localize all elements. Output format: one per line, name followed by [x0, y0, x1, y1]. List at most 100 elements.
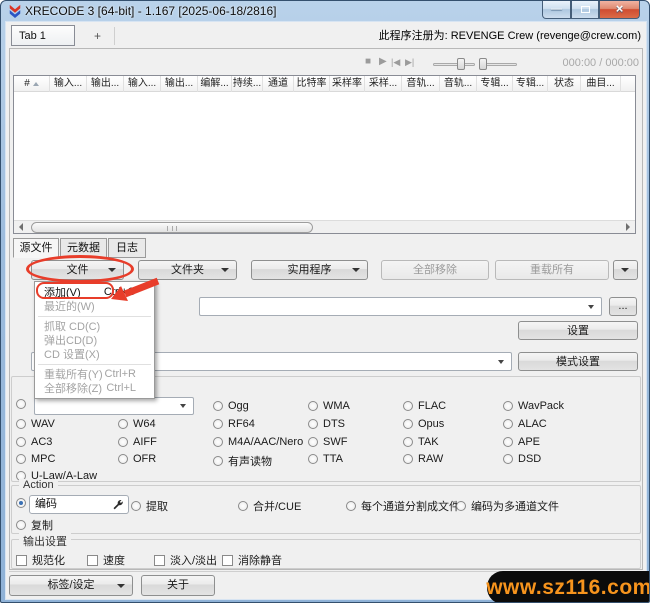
- menu-item-cd-settings[interactable]: CD 设置(X): [35, 347, 154, 361]
- browse-button[interactable]: ...: [609, 297, 637, 316]
- checkbox-normalize[interactable]: 规范化: [16, 552, 65, 568]
- stop-button[interactable]: ■: [365, 56, 371, 68]
- folder-button[interactable]: 文件夹: [138, 260, 237, 280]
- annotation-file-button-oval: [26, 255, 134, 283]
- format-radio-dsd[interactable]: DSD: [503, 453, 541, 465]
- scrollbar-grip-icon: [167, 226, 177, 231]
- action-radio-merge[interactable]: 合并/CUE: [238, 498, 301, 514]
- checkbox-speed[interactable]: 速度: [87, 552, 125, 568]
- chevron-down-icon: [352, 268, 360, 272]
- action-radio-split-channels[interactable]: 每个通道分割成文件: [346, 498, 460, 514]
- format-radio-aiff[interactable]: AIFF: [118, 436, 157, 448]
- maximize-button[interactable]: [571, 1, 599, 19]
- format-radio-audiobook[interactable]: 有声读物: [213, 453, 272, 469]
- column-header[interactable]: 音轨...: [440, 76, 477, 92]
- mode-settings-button[interactable]: 模式设置: [518, 352, 638, 371]
- seek-slider[interactable]: [433, 63, 475, 66]
- window-title: XRECODE 3 [64-bit] - 1.167 [2025-06-18/2…: [25, 4, 277, 18]
- previous-icon: |◀: [391, 57, 401, 67]
- format-radio-tta[interactable]: TTA: [308, 453, 343, 465]
- column-header[interactable]: 状态: [548, 76, 581, 92]
- scroll-right-icon[interactable]: [626, 223, 630, 231]
- playback-time: 000:00 / 000:00: [562, 57, 639, 69]
- column-header[interactable]: 编解...: [198, 76, 232, 92]
- action-radio-multichannel[interactable]: 编码为多通道文件: [456, 498, 559, 514]
- column-header[interactable]: 音轨...: [402, 76, 440, 92]
- column-header[interactable]: 专辑...: [477, 76, 513, 92]
- format-radio-mpc[interactable]: MPC: [16, 453, 55, 465]
- column-header[interactable]: 采样...: [365, 76, 402, 92]
- format-radio-alac[interactable]: ALAC: [503, 418, 547, 430]
- column-header[interactable]: 曲目...: [581, 76, 621, 92]
- column-header[interactable]: 专辑...: [513, 76, 548, 92]
- format-radio-m4a[interactable]: M4A/AAC/Nero: [213, 436, 303, 448]
- registration-text: 此程序注册为: REVENGE Crew (revenge@crew.com): [378, 30, 641, 42]
- more-options-button[interactable]: [613, 260, 638, 280]
- scroll-left-icon[interactable]: [19, 223, 23, 231]
- output-path-combobox[interactable]: [199, 297, 602, 316]
- tab-source-files[interactable]: 源文件: [13, 238, 59, 258]
- format-radio-wavpack[interactable]: WavPack: [503, 400, 564, 412]
- tab-1[interactable]: Tab 1: [11, 25, 75, 46]
- column-header[interactable]: 通道: [263, 76, 294, 92]
- column-header[interactable]: 比特率: [294, 76, 330, 92]
- column-header[interactable]: 输出...: [87, 76, 124, 92]
- checkbox-fade[interactable]: 淡入/淡出: [154, 552, 217, 568]
- format-radio-mp3[interactable]: [16, 399, 31, 409]
- mp3-preset-combobox[interactable]: [34, 397, 194, 415]
- format-radio-ac3[interactable]: AC3: [16, 436, 52, 448]
- format-radio-wma[interactable]: WMA: [308, 400, 350, 412]
- checkbox-remove-silence[interactable]: 消除静音: [222, 552, 282, 568]
- format-radio-ape[interactable]: APE: [503, 436, 540, 448]
- column-header-index[interactable]: #: [14, 76, 50, 92]
- previous-button[interactable]: |◀: [391, 56, 400, 68]
- minimize-icon: —: [551, 3, 562, 15]
- utilities-button[interactable]: 实用程序: [251, 260, 368, 280]
- tags-settings-button[interactable]: 标签/设定: [9, 575, 133, 596]
- play-button[interactable]: ▶: [379, 56, 387, 68]
- format-radio-raw[interactable]: RAW: [403, 453, 443, 465]
- column-header[interactable]: 持续...: [232, 76, 263, 92]
- reload-all-button[interactable]: 重载所有: [495, 260, 609, 280]
- format-radio-dts[interactable]: DTS: [308, 418, 345, 430]
- settings-button[interactable]: 设置: [518, 321, 638, 340]
- format-radio-swf[interactable]: SWF: [308, 436, 347, 448]
- menu-item-eject-cd[interactable]: 弹出CD(D): [35, 333, 154, 347]
- format-radio-flac[interactable]: FLAC: [403, 400, 446, 412]
- action-radio-copy[interactable]: 复制: [16, 517, 53, 533]
- title-bar: XRECODE 3 [64-bit] - 1.167 [2025-06-18/2…: [1, 1, 649, 21]
- format-radio-wav[interactable]: WAV: [16, 418, 55, 430]
- format-radio-ofr[interactable]: OFR: [118, 453, 156, 465]
- column-header[interactable]: 输出...: [161, 76, 198, 92]
- format-radio-rf64[interactable]: RF64: [213, 418, 255, 430]
- format-radio-ogg[interactable]: Ogg: [213, 400, 249, 412]
- new-tab-button[interactable]: +: [81, 27, 115, 45]
- tab-log[interactable]: 日志: [108, 238, 146, 258]
- format-radio-tak[interactable]: TAK: [403, 436, 439, 448]
- column-header[interactable]: 输入...: [50, 76, 87, 92]
- format-radio-w64[interactable]: W64: [118, 418, 156, 430]
- app-logo-icon: [9, 4, 21, 18]
- menu-item-reload-all[interactable]: 重载所有(Y) Ctrl+R: [35, 367, 154, 381]
- menu-item-remove-all[interactable]: 全部移除(Z) Ctrl+L: [35, 381, 154, 395]
- menu-item-recent[interactable]: 最近的(W): [35, 299, 154, 313]
- close-button[interactable]: ×: [599, 1, 640, 19]
- encode-preset-combobox[interactable]: 编码: [29, 495, 129, 514]
- column-header[interactable]: 采样率: [330, 76, 365, 92]
- column-header[interactable]: 输入...: [124, 76, 161, 92]
- chevron-down-icon: [588, 304, 594, 309]
- action-radio-extract[interactable]: 提取: [131, 498, 168, 514]
- next-button[interactable]: ▶|: [405, 56, 414, 68]
- about-button[interactable]: 关于: [141, 575, 215, 596]
- minimize-button[interactable]: —: [542, 1, 571, 19]
- menu-item-grab-cd[interactable]: 抓取 CD(C): [35, 319, 154, 333]
- scrollbar-thumb[interactable]: [31, 222, 313, 233]
- volume-slider-thumb[interactable]: [479, 58, 487, 70]
- remove-all-button[interactable]: 全部移除: [381, 260, 489, 280]
- chevron-down-icon: [180, 404, 186, 408]
- seek-slider-thumb[interactable]: [457, 58, 465, 70]
- format-radio-opus[interactable]: Opus: [403, 418, 444, 430]
- horizontal-scrollbar[interactable]: [14, 220, 635, 233]
- output-settings-label: 输出设置: [19, 533, 71, 549]
- next-icon: ▶|: [405, 57, 415, 67]
